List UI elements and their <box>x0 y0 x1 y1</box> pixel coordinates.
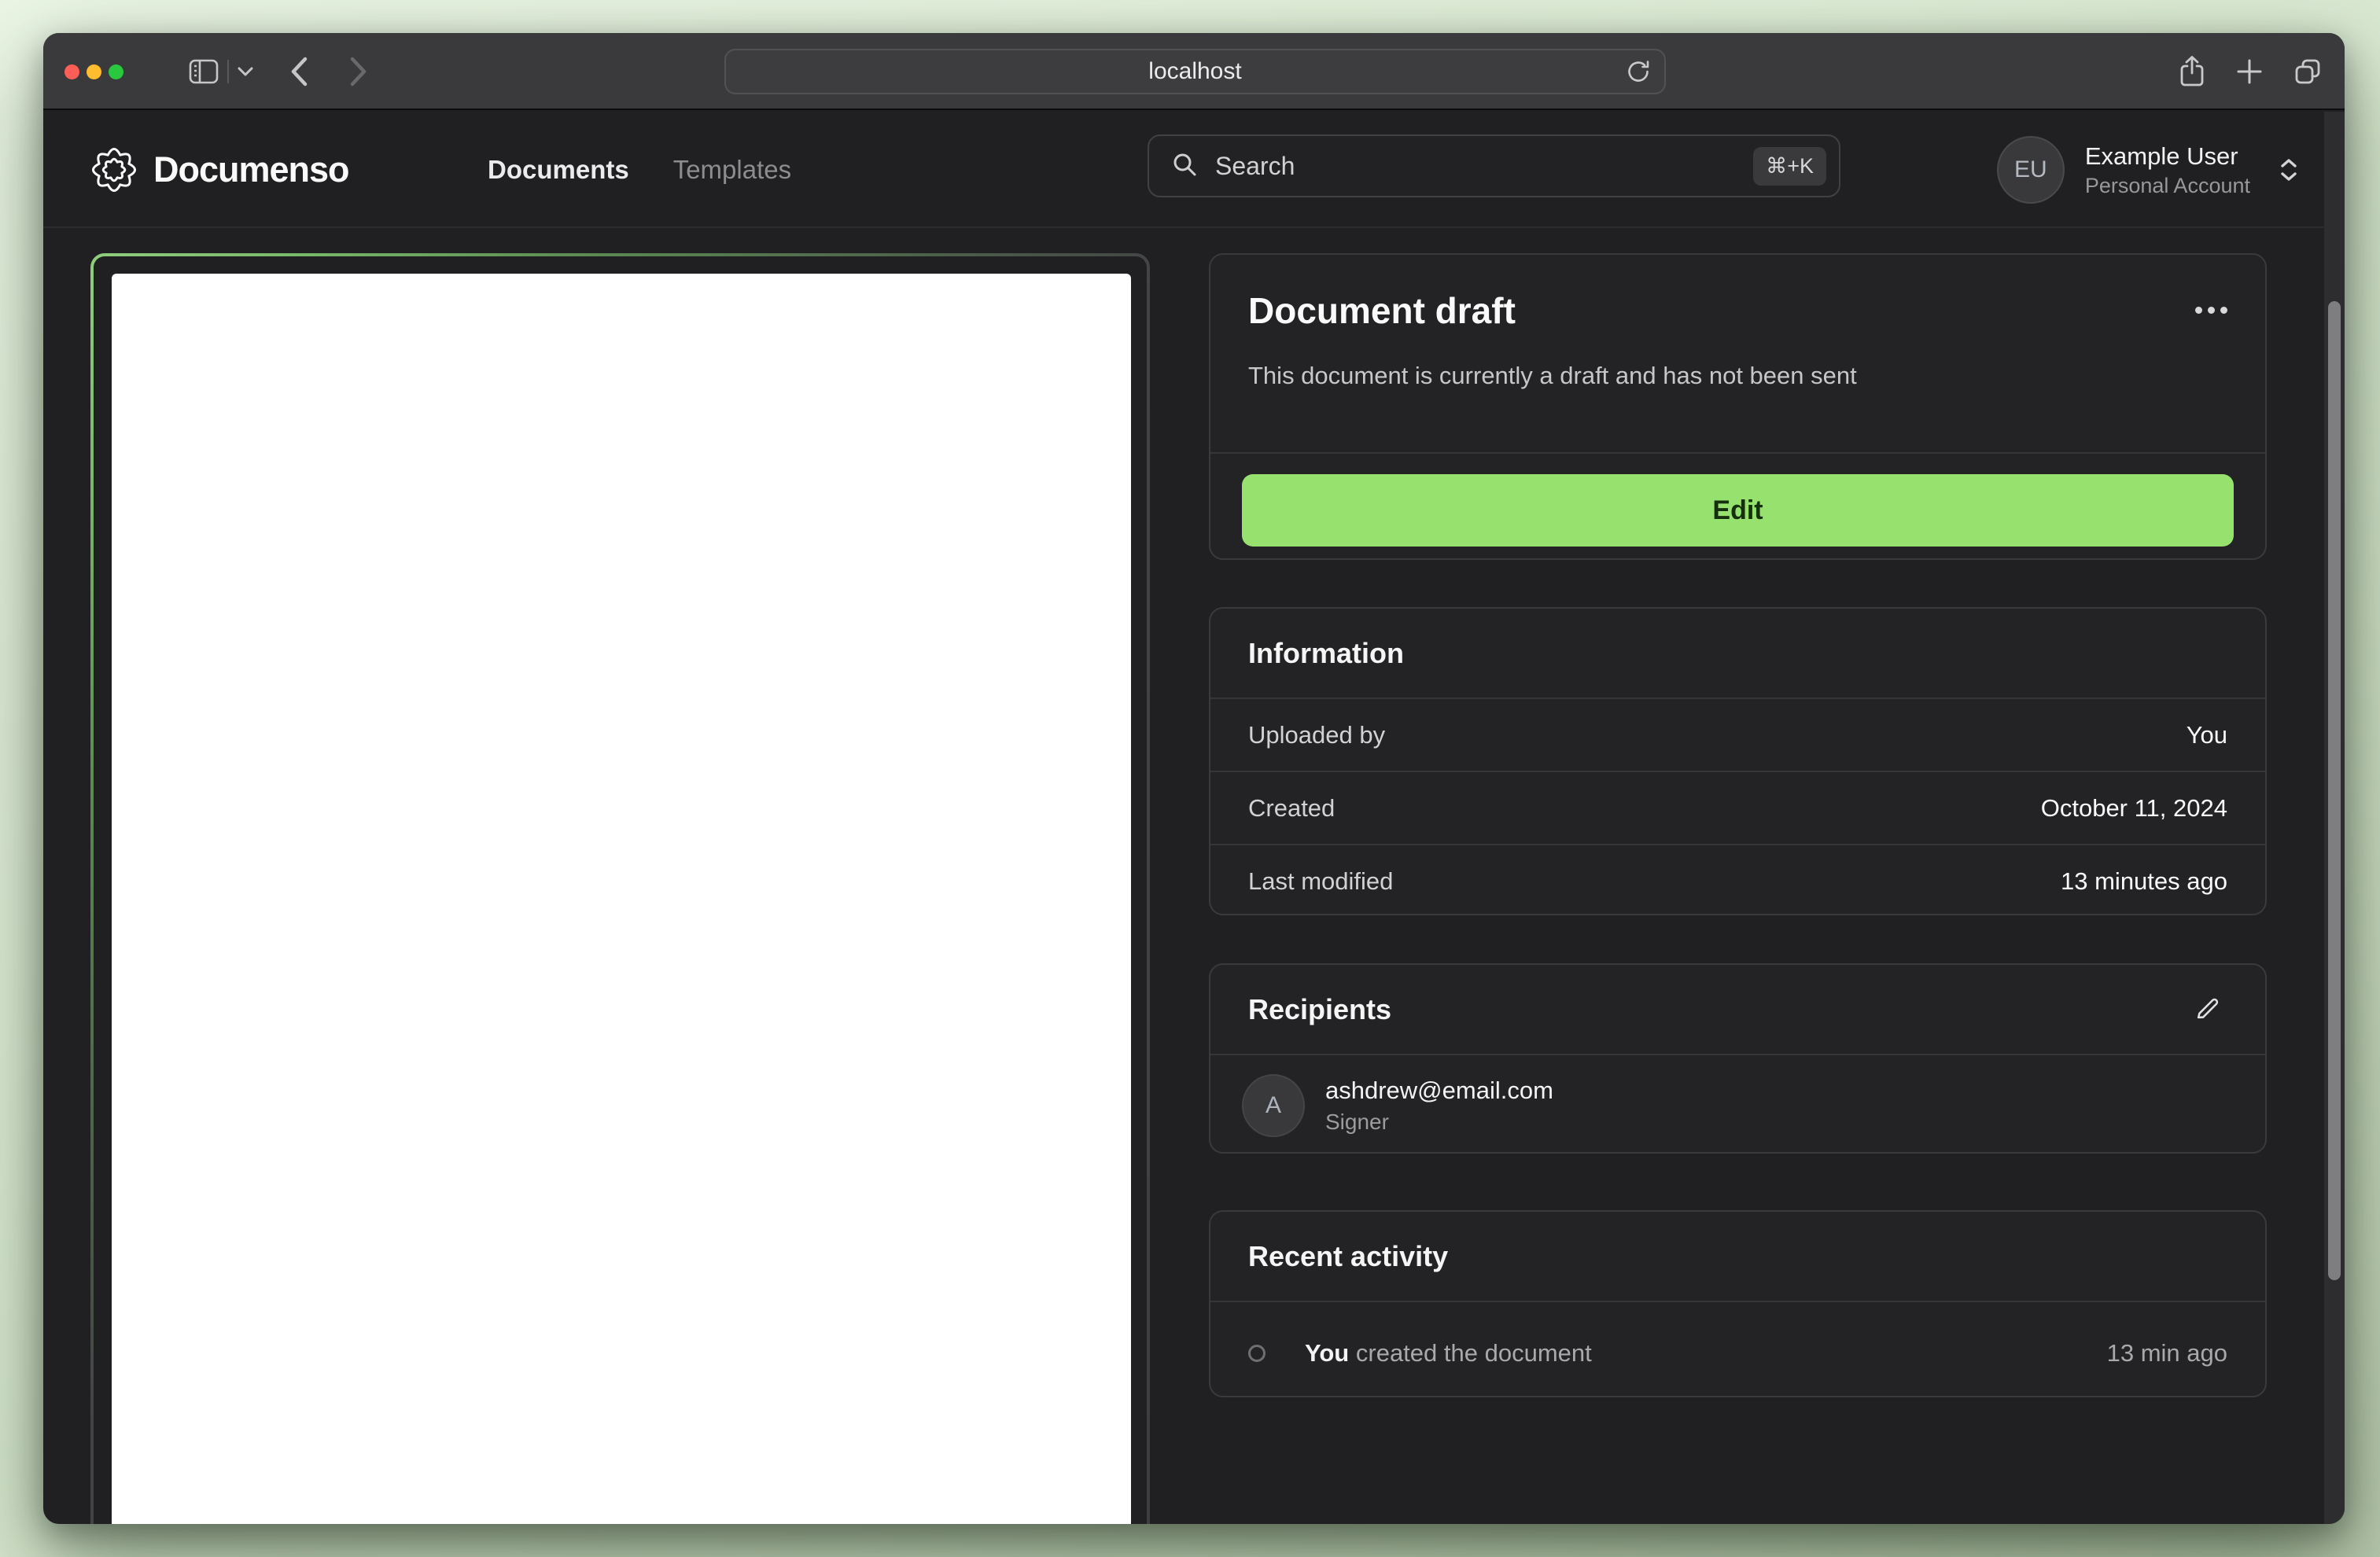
user-names: Example User Personal Account <box>2085 141 2250 199</box>
tab-overview-icon[interactable] <box>2291 55 2324 88</box>
scrollbar-track <box>2324 112 2345 1524</box>
browser-toolbar: localhost <box>43 33 2345 110</box>
back-button[interactable] <box>289 33 309 110</box>
info-row-uploaded-by: Uploaded by You <box>1248 720 2227 749</box>
recipient-row: A ashdrew@email.com Signer <box>1210 1055 2265 1152</box>
edit-recipients-icon[interactable] <box>2193 993 2223 1027</box>
share-icon[interactable] <box>2176 54 2208 89</box>
information-title: Information <box>1248 637 1404 669</box>
page-content: Document draft This document is currentl… <box>43 230 2345 1524</box>
account-menu[interactable]: EU Example User Personal Account <box>1996 112 2297 228</box>
activity-text: You created the document <box>1305 1339 1592 1367</box>
account-type: Personal Account <box>2084 174 2250 197</box>
main-nav: Documents Templates <box>488 112 791 228</box>
info-row-last-modified: Last modified 13 minutes ago <box>1248 867 2227 895</box>
draft-card-header: Document draft This document is currentl… <box>1210 255 2265 452</box>
edit-button[interactable]: Edit <box>1242 474 2234 547</box>
forward-button[interactable] <box>348 33 369 110</box>
address-url: localhost <box>1148 58 1242 84</box>
activity-dot-icon <box>1248 1345 1266 1362</box>
activity-item: You created the document 13 min ago <box>1210 1302 2265 1396</box>
document-draft-card: Document draft This document is currentl… <box>1209 253 2267 560</box>
toolbar-divider <box>227 60 229 83</box>
recipient-email: ashdrew@email.com <box>1325 1077 1553 1104</box>
draft-card-footer: Edit <box>1210 454 2265 558</box>
document-preview-frame <box>90 253 1150 1524</box>
information-card: Information Uploaded by You Created Octo… <box>1209 607 2267 915</box>
draft-title: Document draft <box>1248 290 1516 331</box>
address-bar[interactable]: localhost <box>724 49 1666 94</box>
new-tab-icon[interactable] <box>2234 57 2264 86</box>
recipient-avatar: A <box>1242 1074 1305 1137</box>
info-row-created: Created October 11, 2024 <box>1248 793 2227 822</box>
user-name: Example User <box>2084 142 2238 170</box>
recipient-role: Signer <box>1325 1110 1389 1134</box>
activity-time: 13 min ago <box>2106 1339 2227 1367</box>
activity-action: created the document <box>1355 1339 1592 1367</box>
search-icon <box>1171 151 1198 182</box>
documenso-seal-icon <box>92 148 136 192</box>
documenso-logo[interactable]: Documenso <box>90 112 350 228</box>
recent-activity-card: Recent activity You created the document… <box>1209 1210 2267 1397</box>
account-switcher-icon <box>2280 158 2297 182</box>
document-page <box>112 274 1131 1524</box>
toolbar-right-icons <box>2176 33 2324 110</box>
recipients-title: Recipients <box>1248 993 1392 1025</box>
nav-templates[interactable]: Templates <box>673 155 791 185</box>
document-preview-inner <box>94 256 1147 1524</box>
reload-icon[interactable] <box>1625 50 1652 93</box>
brand-name: Documenso <box>153 149 350 190</box>
nav-documents[interactable]: Documents <box>488 155 629 185</box>
draft-subtitle: This document is currently a draft and h… <box>1248 362 1857 389</box>
search-input[interactable]: Search ⌘+K <box>1148 134 1840 197</box>
user-avatar: EU <box>1996 136 2065 204</box>
sidebar-toggle-icon[interactable] <box>188 33 219 110</box>
browser-window: localhost Documenso Documents Templates … <box>43 33 2345 1524</box>
sidebar-chevron-down-icon[interactable] <box>237 33 254 110</box>
close-window-button[interactable] <box>64 64 79 79</box>
activity-actor: You <box>1305 1339 1350 1367</box>
app-header: Documenso Documents Templates Search ⌘+K… <box>43 112 2345 228</box>
more-options-icon[interactable] <box>2195 307 2227 314</box>
recipients-card: Recipients A ashdrew@email.com Signer <box>1209 963 2267 1154</box>
minimize-window-button[interactable] <box>87 64 101 79</box>
activity-title: Recent activity <box>1248 1240 1449 1272</box>
zoom-window-button[interactable] <box>109 64 123 79</box>
search-placeholder: Search <box>1215 151 1295 180</box>
search-shortcut-badge: ⌘+K <box>1753 146 1826 186</box>
scrollbar-thumb[interactable] <box>2328 301 2341 1280</box>
traffic-lights <box>64 33 123 110</box>
